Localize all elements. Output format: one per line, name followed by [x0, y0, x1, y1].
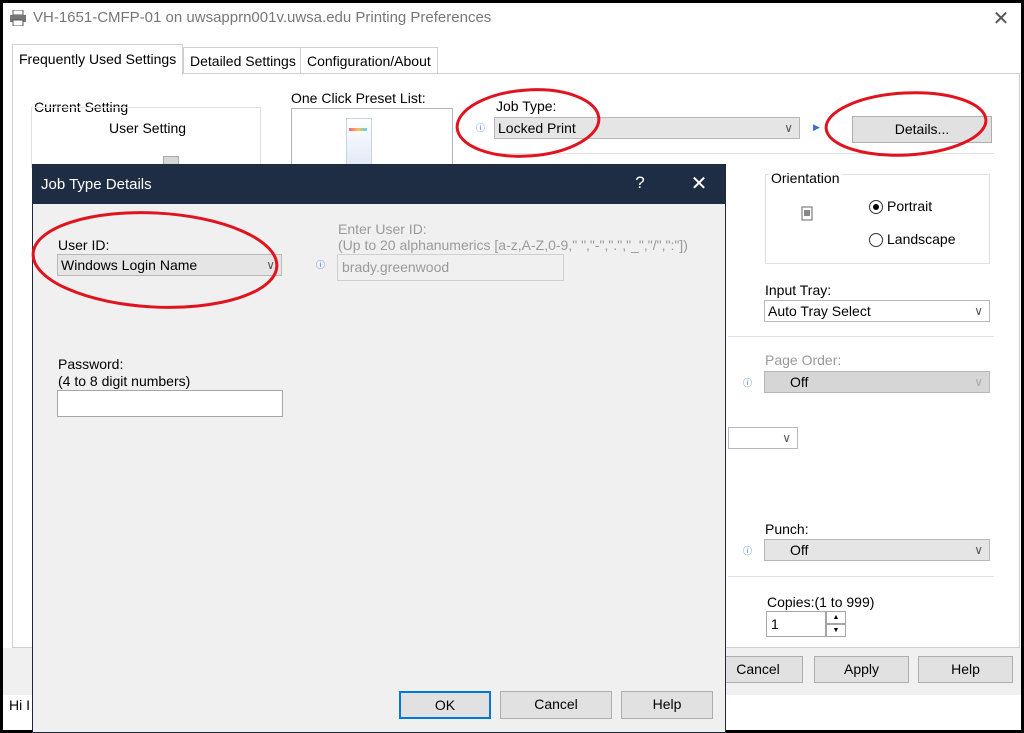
chevron-down-icon: ∨ — [974, 375, 983, 389]
password-label: Password: — [58, 356, 124, 372]
details-button[interactable]: Details... — [852, 116, 992, 143]
enter-user-id-hint: (Up to 20 alphanumerics [a-z,A-Z,0-9," "… — [338, 237, 688, 253]
landscape-label: Landscape — [887, 231, 956, 247]
window-close-icon[interactable]: ✕ — [987, 5, 1015, 33]
job-type-label: Job Type: — [496, 98, 557, 114]
portrait-label: Portrait — [887, 198, 933, 214]
copies-down-arrow-icon[interactable]: ▼ — [826, 624, 846, 637]
chevron-down-icon: ∨ — [782, 431, 791, 445]
password-hint: (4 to 8 digit numbers) — [58, 373, 191, 389]
title-bar: VH-1651-CMFP-01 on uwsapprn001v.uwsa.edu… — [3, 3, 1021, 35]
user-id-info-icon: ⓘ — [316, 260, 326, 270]
enter-user-id-input[interactable]: brady.greenwood — [337, 254, 564, 281]
ok-button[interactable]: OK — [399, 691, 491, 719]
chevron-down-icon: ∨ — [266, 258, 275, 272]
copies-input[interactable]: 1 — [766, 611, 826, 637]
partial-select[interactable]: ∨ — [728, 427, 798, 449]
copies-label: Copies:(1 to 999) — [767, 594, 875, 610]
chevron-down-icon: ∨ — [974, 304, 983, 318]
page-order-info-icon: ⓘ — [743, 378, 753, 388]
page-order-label: Page Order: — [765, 352, 842, 368]
enter-user-id-label: Enter User ID: — [338, 221, 427, 237]
dialog-title: Job Type Details — [41, 176, 152, 193]
job-type-info-icon: ⓘ — [476, 123, 486, 133]
tab-strip: Frequently Used Settings Detailed Settin… — [3, 35, 1021, 75]
punch-value: Off — [790, 542, 809, 558]
preset-printer-icon — [346, 118, 372, 170]
help-button[interactable]: Help — [918, 656, 1013, 683]
preset-list-label: One Click Preset List: — [291, 90, 426, 106]
portrait-page-icon — [801, 206, 813, 221]
preset-color-strip — [349, 128, 367, 131]
current-setting-box — [31, 107, 261, 168]
tab-configuration-about[interactable]: Configuration/About — [300, 47, 438, 73]
user-setting-label: User Setting — [109, 120, 187, 136]
job-type-select[interactable]: Locked Print ∨ — [494, 117, 800, 139]
portrait-radio[interactable] — [869, 200, 883, 214]
job-type-details-dialog: Job Type Details ? ✕ User ID: Windows Lo… — [32, 164, 726, 733]
tab-frequently-used-settings[interactable]: Frequently Used Settings — [12, 44, 184, 75]
input-tray-select[interactable]: Auto Tray Select ∨ — [764, 300, 990, 322]
punch-info-icon: ⓘ — [743, 546, 753, 556]
printer-icon — [10, 10, 26, 26]
chevron-down-icon: ∨ — [784, 121, 793, 135]
punch-select[interactable]: Off ∨ — [764, 539, 990, 561]
password-input[interactable] — [57, 390, 283, 417]
punch-label: Punch: — [765, 521, 809, 537]
input-tray-label: Input Tray: — [765, 282, 832, 298]
user-id-label: User ID: — [58, 237, 110, 253]
dialog-cancel-button[interactable]: Cancel — [500, 691, 612, 719]
page-order-value: Off — [790, 374, 809, 390]
user-id-select[interactable]: Windows Login Name ∨ — [57, 254, 282, 276]
dialog-close-icon[interactable]: ✕ — [685, 171, 713, 196]
copies-up-arrow-icon[interactable]: ▲ — [826, 611, 846, 624]
dialog-title-bar: Job Type Details ? ✕ — [33, 165, 725, 204]
job-type-value: Locked Print — [498, 120, 576, 136]
window-title: VH-1651-CMFP-01 on uwsapprn001v.uwsa.edu… — [33, 9, 492, 26]
page-order-select[interactable]: Off ∨ — [764, 371, 990, 393]
background-text: Hi I — [9, 697, 30, 713]
chevron-down-icon: ∨ — [974, 543, 983, 557]
dialog-help-icon[interactable]: ? — [628, 173, 652, 193]
orientation-label: Orientation — [769, 170, 842, 186]
play-arrow-icon: ▶ — [813, 122, 820, 132]
dialog-help-button[interactable]: Help — [621, 691, 713, 719]
preset-list-box[interactable] — [291, 108, 453, 169]
cancel-button[interactable]: Cancel — [713, 656, 803, 683]
orientation-group — [765, 174, 990, 264]
divider — [728, 576, 994, 577]
user-id-value: Windows Login Name — [61, 257, 198, 273]
apply-button[interactable]: Apply — [814, 656, 909, 683]
input-tray-value: Auto Tray Select — [768, 303, 871, 319]
landscape-radio[interactable] — [869, 233, 883, 247]
tab-detailed-settings[interactable]: Detailed Settings — [183, 47, 303, 73]
divider — [728, 336, 994, 337]
divider — [494, 153, 994, 154]
